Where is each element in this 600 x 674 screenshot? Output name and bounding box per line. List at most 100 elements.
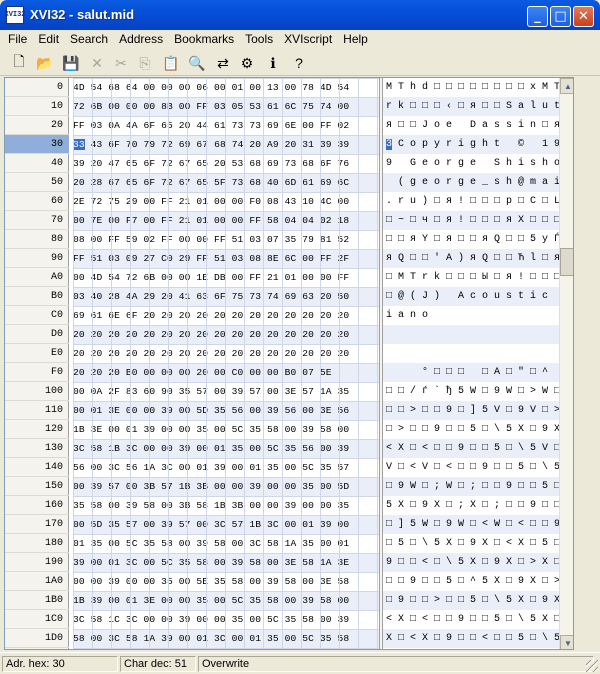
hex-row[interactable]: 39 00 01 3C 00 5C 35 58 00 39 58 00 3E 5… (73, 553, 379, 572)
hex-row[interactable]: 58 00 3C 58 1A 39 00 01 3C 00 01 35 00 5… (73, 629, 379, 648)
hex-area[interactable]: 4D 54 68 64 00 00 00 06 00 01 00 13 00 7… (73, 78, 379, 649)
char-row[interactable]: . r u ) □ я ! □ □ □ р □ C □ L □ (383, 192, 559, 211)
menu-address[interactable]: Address (113, 30, 168, 49)
minimize-button[interactable]: _ (527, 6, 548, 27)
char-row[interactable]: □ 9 W □ ; W □ ; □ □ 9 □ □ 5 □ ] (383, 477, 559, 496)
copy-icon[interactable]: ⎘ (134, 52, 156, 74)
hex-row[interactable]: 4D 54 68 64 00 00 00 06 00 01 00 13 00 7… (73, 78, 379, 97)
char-row[interactable]: я Q □ □ ' А ) я Q □ □ Ћ l □ я / (383, 249, 559, 268)
hex-row[interactable]: 72 6B 00 00 00 8B 00 FF 03 05 53 61 6C 7… (73, 97, 379, 116)
hex-row[interactable]: 00 00 39 00 00 35 00 5E 35 58 00 39 58 0… (73, 572, 379, 591)
menu-tools[interactable]: Tools (239, 30, 278, 49)
char-row[interactable]: □ □ > □ □ 9 □ ] 5 V □ 9 V □ > V (383, 401, 559, 420)
hex-row[interactable]: FF 51 03 09 27 C0 29 FF 51 03 08 8E 6C 0… (73, 249, 379, 268)
char-row[interactable]: X □ < X □ 9 □ □ < □ □ 5 □ \ 5 X (383, 629, 559, 648)
hex-row[interactable]: 69 61 6E 6F 20 20 20 20 20 20 20 20 20 2… (73, 306, 379, 325)
hex-row[interactable]: 39 20 47 65 6F 72 67 65 20 53 68 69 73 6… (73, 154, 379, 173)
hex-row[interactable]: 20 20 20 20 20 20 20 20 20 20 20 20 20 2… (73, 325, 379, 344)
char-row[interactable]: □ ~ □ ч □ я ! □ □ □ я X □ □ □ □ (383, 211, 559, 230)
char-row[interactable]: □ > □ □ 9 □ □ 5 □ \ 5 X □ 9 X □ (383, 420, 559, 439)
char-row[interactable]: 9 G e o r g e S h i s h o v (383, 154, 559, 173)
char-row[interactable]: i a n o (383, 306, 559, 325)
hex-row[interactable]: 20 20 20 B0 00 00 00 20 00 C0 00 00 B0 0… (73, 363, 379, 382)
hex-row[interactable]: 20 28 67 65 6F 72 67 65 5F 73 68 40 6D 6… (73, 173, 379, 192)
window-title: XVI32 - salut.mid (30, 7, 135, 22)
address-cell: 180 (5, 534, 69, 553)
char-row[interactable]: □ @ ( J ) A c o u s t i c P (383, 287, 559, 306)
char-row[interactable]: □ M T r k □ □ □ Ы □ я ! □ □ □ я (383, 268, 559, 287)
char-row[interactable]: я □ □ J o e D a s s i n □ я □ (383, 116, 559, 135)
paste-icon[interactable]: 📋 (160, 52, 182, 74)
char-row[interactable]: □ □ / ѓ ` ђ 5 W □ 9 W □ > W □ 5 (383, 382, 559, 401)
hex-row[interactable]: 33 43 6F 70 79 72 69 67 68 74 20 A9 20 3… (73, 135, 379, 154)
status-mode: Overwrite (198, 656, 594, 672)
char-row[interactable]: □ ] 5 W □ 9 W □ < W □ < □ □ 9 □ (383, 515, 559, 534)
hex-cursor[interactable]: 33 (73, 139, 85, 150)
open-icon[interactable]: 📂 (34, 52, 56, 74)
vertical-scrollbar[interactable]: ▲ ▼ (559, 78, 573, 649)
hex-row[interactable]: 35 58 00 39 58 00 3B 58 1B 3B 00 00 39 0… (73, 496, 379, 515)
save-icon[interactable]: 💾 (60, 52, 82, 74)
scroll-up-button[interactable]: ▲ (560, 78, 573, 94)
menu-file[interactable]: File (2, 30, 32, 49)
char-row[interactable]: 3 C o p y r i g h t © 1 9 9 (383, 135, 559, 154)
hex-row[interactable]: 03 40 28 4A 29 20 41 63 6F 75 73 74 69 6… (73, 287, 379, 306)
resize-grip[interactable] (586, 660, 598, 672)
char-row[interactable]: □ 9 □ □ > □ □ 5 □ \ 5 X □ 9 X □ (383, 591, 559, 610)
hex-row[interactable]: 2E 72 75 29 00 FF 21 01 00 00 F0 08 43 1… (73, 192, 379, 211)
hex-row[interactable]: 00 39 57 00 3B 57 1B 3B 00 00 39 00 00 3… (73, 477, 379, 496)
char-area[interactable]: M T h d □ □ □ □ □ □ □ □ x M Tr k □ □ □ ‹… (383, 78, 559, 649)
char-row[interactable]: 9 □ □ < □ \ 5 X □ 9 X □ > X □ > (383, 553, 559, 572)
hex-row[interactable]: 3C 58 1C 3C 00 00 39 00 00 35 00 5C 35 5… (73, 610, 379, 629)
char-row[interactable]: □ 5 □ \ 5 X □ 9 X □ < X □ 5 □ □ (383, 534, 559, 553)
new-icon[interactable]: 🗋 (8, 52, 30, 74)
hex-row[interactable]: 20 20 20 20 20 20 20 20 20 20 20 20 20 2… (73, 344, 379, 363)
hex-editor-pane[interactable]: 0 10 20 30 40 50 60 70 80 90 A0 B0 C0 D0 E0 F0 100 110 120… (4, 77, 574, 650)
char-row[interactable]: ( g e o r g e _ s h @ m a i l (383, 173, 559, 192)
char-row[interactable]: < X □ < □ □ 9 □ □ 5 □ \ 5 X □ 9 (383, 610, 559, 629)
hex-row[interactable]: 56 00 3C 56 1A 3C 00 01 39 00 01 35 00 5… (73, 458, 379, 477)
address-cell: 140 (5, 458, 69, 477)
hex-row[interactable]: 00 0A 2F 83 60 90 35 57 00 39 57 00 3E 5… (73, 382, 379, 401)
address-cell: 70 (5, 211, 69, 230)
close-icon: ✕ (578, 9, 589, 24)
char-row[interactable]: □ □ я Y □ я □ □ я Q □ □ 5 y Ѓ R (383, 230, 559, 249)
title-bar[interactable]: XVI32 XVI32 - salut.mid _ □ ✕ (0, 0, 600, 30)
hex-row[interactable]: 00 4D 54 72 6B 00 00 1E DB 00 FF 21 01 0… (73, 268, 379, 287)
char-row[interactable]: M T h d □ □ □ □ □ □ □ □ x M T (383, 78, 559, 97)
close-button[interactable]: ✕ (573, 6, 594, 27)
scroll-thumb[interactable] (560, 248, 573, 276)
char-row[interactable]: ° □ □ □ □ А □ " □ ^ (383, 363, 559, 382)
menu-xviscript[interactable]: XVIscript (278, 30, 337, 49)
info-icon[interactable]: ℹ (262, 52, 284, 74)
char-row[interactable]: V □ < V □ < □ □ 9 □ □ 5 □ \ 5 W (383, 458, 559, 477)
hex-row[interactable]: 00 5D 35 57 00 39 57 00 3C 57 1B 3C 00 0… (73, 515, 379, 534)
char-row[interactable] (383, 344, 559, 363)
hex-row[interactable]: FF 03 0A 4A 6F 65 20 44 61 73 73 69 6E 0… (73, 116, 379, 135)
context-help-icon[interactable]: ? (288, 52, 310, 74)
hex-row[interactable]: 1B 39 00 01 3E 00 00 35 00 5C 35 58 00 3… (73, 591, 379, 610)
char-row[interactable]: r k □ □ □ ‹ □ я □ □ S a l u t □ (383, 97, 559, 116)
char-row[interactable]: 5 X □ 9 X □ ; X □ ; □ □ 9 □ □ 5 (383, 496, 559, 515)
cut-icon[interactable]: ✂ (110, 52, 132, 74)
menu-search[interactable]: Search (64, 30, 113, 49)
delete-icon[interactable]: ✕ (86, 52, 108, 74)
char-row[interactable]: < X □ < □ □ 9 □ □ 5 □ \ 5 V □ 9 (383, 439, 559, 458)
hex-row[interactable]: 08 00 FF 59 02 FF 00 00 FF 51 03 07 35 7… (73, 230, 379, 249)
address-cell: 60 (5, 192, 69, 211)
hex-row[interactable]: 00 01 3E 00 00 39 00 5D 35 56 00 39 56 0… (73, 401, 379, 420)
hex-row[interactable]: 01 35 00 5C 35 58 00 39 58 00 3C 58 1A 3… (73, 534, 379, 553)
properties-icon[interactable]: ⚙ (236, 52, 258, 74)
scroll-down-button[interactable]: ▼ (560, 635, 573, 649)
char-row[interactable] (383, 325, 559, 344)
menu-help[interactable]: Help (337, 30, 373, 49)
char-row[interactable]: □ □ 9 □ □ 5 □ ^ 5 X □ 9 X □ > X (383, 572, 559, 591)
replace-icon[interactable]: ⇄ (212, 52, 234, 74)
hex-row[interactable]: 00 7E 00 F7 00 FF 21 01 00 00 FF 58 04 0… (73, 211, 379, 230)
menu-edit[interactable]: Edit (32, 30, 64, 49)
hex-row[interactable]: 3C 58 1B 3C 00 00 39 00 01 35 00 5C 35 5… (73, 439, 379, 458)
maximize-button[interactable]: □ (550, 6, 571, 27)
menu-bookmarks[interactable]: Bookmarks (168, 30, 239, 49)
hex-row[interactable]: 1B 3E 00 01 39 00 00 35 00 5C 35 58 00 3… (73, 420, 379, 439)
find-icon[interactable]: 🔍 (186, 52, 208, 74)
